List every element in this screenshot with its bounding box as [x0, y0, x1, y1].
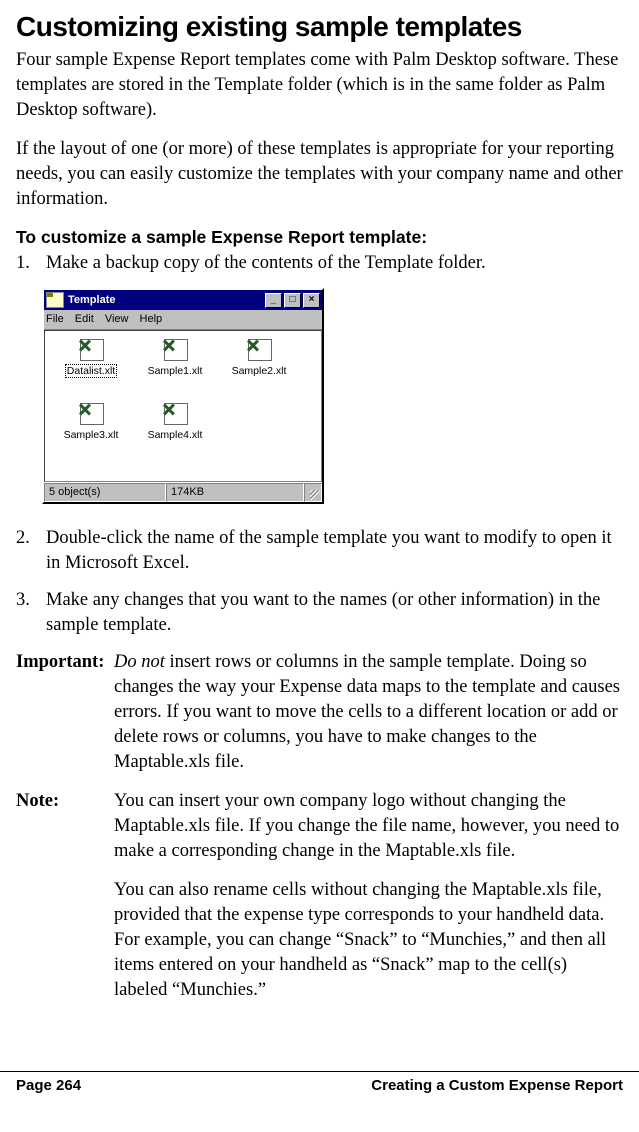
file-listing: Datalist.xlt Sample1.xlt Sample2.xlt Sam… [44, 330, 322, 482]
step-2: Double-click the name of the sample temp… [16, 526, 623, 576]
menu-file[interactable]: File [46, 313, 64, 325]
menu-help[interactable]: Help [140, 313, 163, 325]
window-menubar: File Edit View Help [44, 310, 322, 330]
procedure-heading: To customize a sample Expense Report tem… [16, 226, 623, 250]
maximize-button[interactable]: □ [284, 293, 301, 308]
note-paragraph-1: You can insert your own company logo wit… [114, 789, 623, 864]
file-sample2[interactable]: Sample2.xlt [217, 337, 301, 401]
intro-paragraph-1: Four sample Expense Report templates com… [16, 48, 623, 123]
file-label: Sample1.xlt [148, 365, 203, 377]
status-size: 174KB [166, 483, 304, 502]
important-text: Do not insert rows or columns in the sam… [114, 650, 623, 775]
template-folder-screenshot: Template _ □ × File Edit View Help Datal… [42, 288, 623, 504]
intro-paragraph-2: If the layout of one (or more) of these … [16, 137, 623, 212]
file-datalist[interactable]: Datalist.xlt [49, 337, 133, 401]
note-block: Note: You can insert your own company lo… [16, 789, 623, 1003]
page-title: Customizing existing sample templates [16, 8, 623, 46]
footer-chapter-title: Creating a Custom Expense Report [371, 1076, 623, 1096]
file-label: Sample3.xlt [64, 429, 119, 441]
file-label: Datalist.xlt [66, 365, 116, 377]
menu-view[interactable]: View [105, 313, 129, 325]
minimize-button[interactable]: _ [265, 293, 282, 308]
folder-icon [46, 292, 64, 308]
close-button[interactable]: × [303, 293, 320, 308]
window-title-text: Template [68, 293, 263, 308]
excel-icon [78, 339, 90, 351]
excel-icon [162, 339, 174, 351]
important-italic: Do not [114, 652, 165, 672]
explorer-window: Template _ □ × File Edit View Help Datal… [42, 288, 324, 504]
step-3: Make any changes that you want to the na… [16, 588, 623, 638]
window-titlebar: Template _ □ × [44, 290, 322, 310]
note-label: Note: [16, 789, 114, 1003]
file-label: Sample2.xlt [232, 365, 287, 377]
important-label: Important: [16, 650, 114, 775]
note-paragraph-2: You can also rename cells without changi… [114, 878, 623, 1003]
file-sample3[interactable]: Sample3.xlt [49, 401, 133, 465]
excel-icon [246, 339, 258, 351]
file-sample4[interactable]: Sample4.xlt [133, 401, 217, 465]
file-sample1[interactable]: Sample1.xlt [133, 337, 217, 401]
window-statusbar: 5 object(s) 174KB [44, 482, 322, 502]
step-1: Make a backup copy of the contents of th… [16, 251, 623, 276]
page-footer: Page 264 Creating a Custom Expense Repor… [0, 1071, 639, 1104]
file-label: Sample4.xlt [148, 429, 203, 441]
important-rest: insert rows or columns in the sample tem… [114, 652, 620, 772]
resize-grip-icon[interactable] [304, 483, 322, 502]
important-note: Important: Do not insert rows or columns… [16, 650, 623, 775]
footer-page-number: Page 264 [16, 1076, 81, 1096]
excel-icon [162, 403, 174, 415]
menu-edit[interactable]: Edit [75, 313, 94, 325]
status-object-count: 5 object(s) [44, 483, 166, 502]
excel-icon [78, 403, 90, 415]
